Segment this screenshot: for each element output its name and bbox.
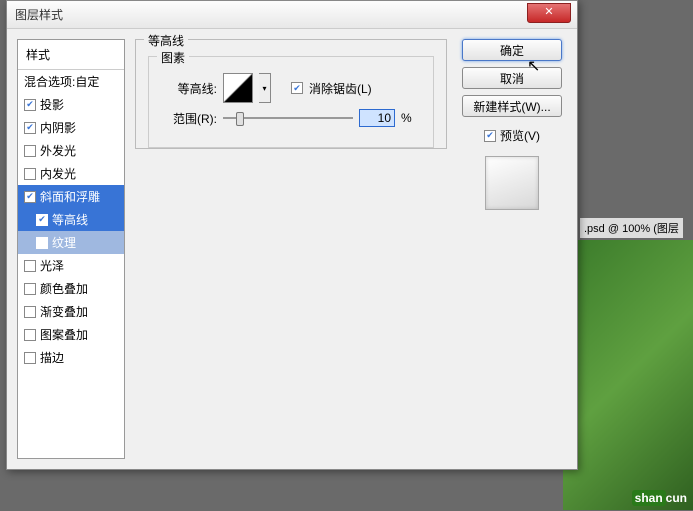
style-item-3[interactable]: 外发光 — [18, 139, 124, 162]
style-checkbox[interactable] — [24, 99, 36, 111]
layer-style-dialog: 图层样式 ✕ 样式 混合选项:自定投影内阴影外发光内发光斜面和浮雕等高线纹理光泽… — [6, 0, 578, 470]
style-item-4[interactable]: 内发光 — [18, 162, 124, 185]
antialias-label: 消除锯齿(L) — [309, 80, 372, 97]
style-item-label: 外发光 — [40, 142, 76, 159]
style-item-9[interactable]: 颜色叠加 — [18, 277, 124, 300]
styles-header: 样式 — [18, 40, 124, 70]
elements-group-title: 图素 — [157, 49, 189, 66]
style-item-label: 投影 — [40, 96, 64, 113]
style-checkbox[interactable] — [36, 214, 48, 226]
style-item-6[interactable]: 等高线 — [18, 208, 124, 231]
range-unit: % — [401, 111, 412, 125]
style-item-label: 光泽 — [40, 257, 64, 274]
style-item-5[interactable]: 斜面和浮雕 — [18, 185, 124, 208]
style-checkbox[interactable] — [24, 329, 36, 341]
ok-button[interactable]: 确定 — [462, 39, 562, 61]
style-item-label: 颜色叠加 — [40, 280, 88, 297]
new-style-button[interactable]: 新建样式(W)... — [462, 95, 562, 117]
style-item-7[interactable]: 纹理 — [18, 231, 124, 254]
style-item-11[interactable]: 图案叠加 — [18, 323, 124, 346]
style-item-2[interactable]: 内阴影 — [18, 116, 124, 139]
watermark: shancun — [632, 489, 687, 507]
contour-dropdown-arrow[interactable]: ▾ — [259, 73, 271, 103]
style-checkbox[interactable] — [24, 260, 36, 272]
styles-list-panel: 样式 混合选项:自定投影内阴影外发光内发光斜面和浮雕等高线纹理光泽颜色叠加渐变叠… — [17, 39, 125, 459]
close-button[interactable]: ✕ — [527, 3, 571, 23]
contour-picker[interactable] — [223, 73, 253, 103]
style-checkbox[interactable] — [24, 306, 36, 318]
style-checkbox[interactable] — [24, 191, 36, 203]
dialog-buttons: 确定 取消 新建样式(W)... 预览(V) — [457, 39, 567, 459]
contour-label: 等高线: — [161, 80, 217, 97]
style-item-label: 图案叠加 — [40, 326, 88, 343]
settings-panel: 等高线 图素 等高线: ▾ 消除锯齿(L) 范围(R): — [135, 39, 447, 459]
style-checkbox[interactable] — [24, 145, 36, 157]
contour-group-title: 等高线 — [144, 32, 188, 49]
style-item-10[interactable]: 渐变叠加 — [18, 300, 124, 323]
contour-group: 等高线 图素 等高线: ▾ 消除锯齿(L) 范围(R): — [135, 39, 447, 149]
style-item-12[interactable]: 描边 — [18, 346, 124, 369]
preview-checkbox[interactable] — [484, 130, 496, 142]
style-item-label: 等高线 — [52, 211, 88, 228]
style-item-label: 斜面和浮雕 — [40, 188, 100, 205]
preview-label: 预览(V) — [500, 127, 540, 144]
style-item-0[interactable]: 混合选项:自定 — [18, 70, 124, 93]
style-checkbox[interactable] — [24, 168, 36, 180]
antialias-checkbox[interactable] — [291, 82, 303, 94]
style-item-8[interactable]: 光泽 — [18, 254, 124, 277]
range-input[interactable] — [359, 109, 395, 127]
style-checkbox[interactable] — [36, 237, 48, 249]
style-item-1[interactable]: 投影 — [18, 93, 124, 116]
dialog-title: 图层样式 — [15, 6, 63, 23]
background-image — [563, 240, 693, 510]
cancel-button[interactable]: 取消 — [462, 67, 562, 89]
style-checkbox[interactable] — [24, 352, 36, 364]
range-slider-thumb[interactable] — [236, 112, 244, 126]
range-label: 范围(R): — [161, 110, 217, 127]
titlebar[interactable]: 图层样式 ✕ — [7, 1, 577, 29]
style-checkbox[interactable] — [24, 122, 36, 134]
style-item-label: 纹理 — [52, 234, 76, 251]
preview-swatch — [485, 156, 539, 210]
style-item-label: 描边 — [40, 349, 64, 366]
elements-group: 图素 等高线: ▾ 消除锯齿(L) 范围(R): — [148, 56, 434, 148]
styles-list: 混合选项:自定投影内阴影外发光内发光斜面和浮雕等高线纹理光泽颜色叠加渐变叠加图案… — [18, 70, 124, 369]
style-checkbox[interactable] — [24, 283, 36, 295]
style-item-label: 渐变叠加 — [40, 303, 88, 320]
style-item-label: 内发光 — [40, 165, 76, 182]
range-slider[interactable] — [223, 111, 353, 125]
style-item-label: 内阴影 — [40, 119, 76, 136]
style-item-label: 混合选项:自定 — [24, 73, 99, 90]
document-title: .psd @ 100% (图层 — [580, 218, 683, 238]
